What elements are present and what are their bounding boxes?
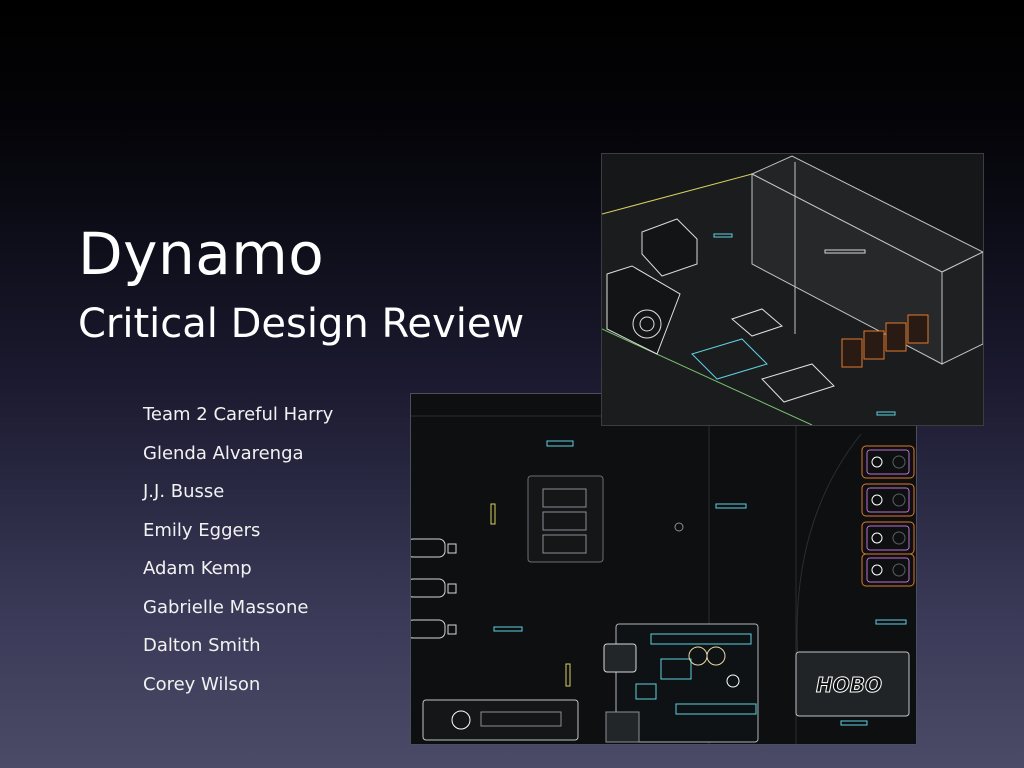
slide-subtitle: Critical Design Review bbox=[78, 301, 525, 347]
team-member: Emily Eggers bbox=[143, 519, 261, 541]
team-member: J.J. Busse bbox=[143, 481, 225, 502]
hobo-logger-label: HOBO bbox=[816, 673, 883, 698]
enclosure-3d-image bbox=[601, 153, 984, 426]
team-name: Team 2 Careful Harry bbox=[143, 404, 334, 425]
team-member: Glenda Alvarenga bbox=[143, 442, 304, 464]
team-member: Adam Kemp bbox=[143, 558, 252, 579]
team-member: Gabrielle Massone bbox=[143, 596, 309, 618]
team-member: Corey Wilson bbox=[143, 673, 261, 695]
slide-title: Dynamo bbox=[78, 220, 325, 288]
team-member-list: Team 2 Careful Harry Glenda Alvarenga J.… bbox=[143, 402, 333, 710]
board-layout-image: HOBO bbox=[410, 393, 917, 745]
team-member: Dalton Smith bbox=[143, 635, 261, 656]
